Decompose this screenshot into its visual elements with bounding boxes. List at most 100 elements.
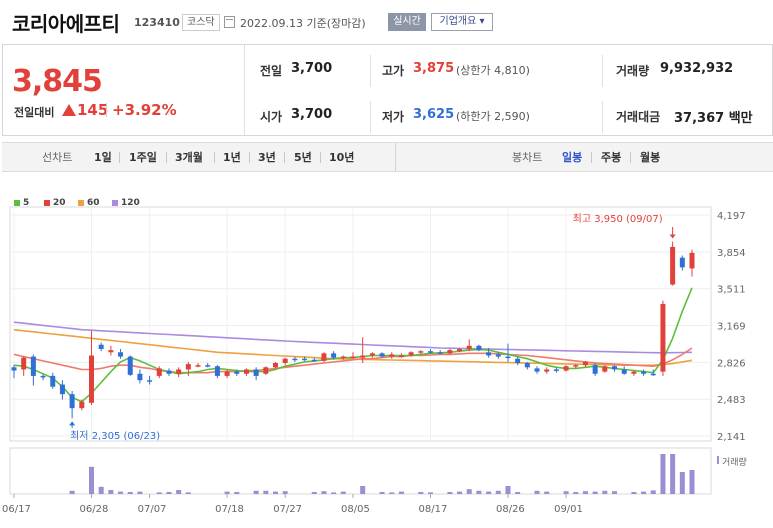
candle-body bbox=[11, 367, 17, 371]
volume-bar bbox=[360, 486, 366, 494]
candle-body bbox=[466, 345, 472, 350]
volume-bar bbox=[127, 492, 133, 494]
candle-body bbox=[176, 369, 182, 374]
low-annotation: 최저 2,305 (06/23) bbox=[70, 430, 160, 442]
candle-body bbox=[582, 361, 588, 366]
candle-body bbox=[670, 246, 676, 285]
volume-bar bbox=[340, 491, 346, 494]
price-chart[interactable]: 4,197 3,854 3,511 3,169 2,826 2,483 2,141 06/17… bbox=[0, 0, 773, 528]
volume-bar bbox=[612, 491, 618, 494]
candle-body bbox=[650, 373, 656, 376]
x-tick-label: 07/07 bbox=[138, 504, 167, 515]
volume-bar bbox=[118, 491, 124, 494]
candle-body bbox=[621, 369, 627, 374]
candle-body bbox=[302, 358, 308, 361]
volume-bar bbox=[631, 492, 637, 494]
plot-frame bbox=[9, 206, 712, 442]
candle-body bbox=[263, 367, 269, 374]
candle-body bbox=[156, 368, 162, 376]
candle-body bbox=[137, 373, 143, 381]
candle-body bbox=[40, 375, 46, 378]
y-tick-label: 3,511 bbox=[717, 285, 746, 296]
candle-body bbox=[79, 401, 85, 409]
candle-body bbox=[224, 371, 230, 376]
x-tick-label: 07/27 bbox=[273, 504, 302, 515]
candle-body bbox=[331, 353, 337, 358]
candle-body bbox=[631, 371, 637, 374]
candle-body bbox=[553, 369, 559, 371]
candle-body bbox=[59, 384, 65, 395]
candle-body bbox=[98, 344, 104, 350]
volume-bar bbox=[466, 489, 472, 494]
candle-body bbox=[418, 351, 424, 353]
candle-body bbox=[69, 394, 75, 409]
candle-body bbox=[476, 345, 482, 351]
y-tick-label: 4,197 bbox=[717, 211, 746, 222]
candle-body bbox=[544, 369, 550, 372]
candle-body bbox=[679, 257, 685, 268]
candle-body bbox=[88, 355, 94, 403]
volume-bar bbox=[98, 486, 104, 494]
volume-bar bbox=[176, 490, 182, 494]
volume-bar bbox=[321, 491, 327, 494]
volume-bar bbox=[282, 491, 288, 494]
high-annotation: 최고 3,950 (09/07) bbox=[573, 213, 663, 225]
volume-bar bbox=[224, 491, 230, 494]
volume-bar bbox=[389, 492, 395, 494]
volume-bar bbox=[582, 491, 588, 494]
volume-bar bbox=[137, 491, 143, 494]
x-tick-label: 09/01 bbox=[554, 504, 583, 515]
volume-bar bbox=[495, 490, 501, 494]
volume-bar bbox=[88, 466, 94, 494]
candle-body bbox=[689, 252, 695, 269]
candle-body bbox=[214, 366, 220, 376]
candle-body bbox=[437, 352, 443, 354]
volume-bar bbox=[505, 486, 511, 494]
x-tick-label: 06/17 bbox=[2, 504, 31, 515]
volume-bar bbox=[486, 491, 492, 494]
y-tick-label: 3,169 bbox=[717, 322, 746, 333]
candle-body bbox=[50, 375, 56, 387]
candle-body bbox=[573, 365, 579, 367]
candle-body bbox=[205, 365, 211, 367]
volume-bar bbox=[166, 492, 172, 494]
candle-body bbox=[524, 363, 530, 368]
low-arrow-head bbox=[69, 421, 76, 426]
y-tick-label: 2,141 bbox=[717, 432, 746, 443]
candle-body bbox=[185, 364, 191, 370]
volume-bar bbox=[544, 491, 550, 494]
volume-bar bbox=[447, 492, 453, 494]
x-tick-label: 08/26 bbox=[496, 504, 525, 515]
y-tick-label: 2,483 bbox=[717, 395, 746, 406]
volume-bar bbox=[679, 472, 685, 494]
volume-bar bbox=[670, 454, 676, 494]
candle-body bbox=[486, 352, 492, 356]
candle-body bbox=[127, 356, 133, 375]
volume-bar bbox=[650, 490, 656, 494]
volume-bar bbox=[156, 492, 162, 494]
volume-bar bbox=[592, 491, 598, 494]
candle-body bbox=[379, 353, 385, 357]
candle-body bbox=[147, 380, 153, 382]
candle-body bbox=[505, 356, 511, 359]
candle-body bbox=[234, 371, 240, 374]
volume-bar bbox=[398, 491, 404, 494]
volume-bar bbox=[379, 492, 385, 494]
y-tick-label: 3,854 bbox=[717, 248, 746, 259]
y-tick-label: 2,826 bbox=[717, 358, 746, 369]
volume-bar bbox=[263, 490, 269, 494]
candle-body bbox=[360, 355, 366, 358]
candle-body bbox=[243, 369, 249, 374]
x-tick-label: 08/17 bbox=[418, 504, 447, 515]
candle-body bbox=[166, 370, 172, 374]
high-arrow-head bbox=[669, 234, 676, 239]
volume-bar bbox=[69, 490, 75, 494]
volume-bar bbox=[689, 470, 695, 494]
candle-body bbox=[108, 350, 114, 353]
x-tick-label: 06/28 bbox=[79, 504, 108, 515]
candle-body bbox=[292, 358, 298, 361]
volume-bar bbox=[515, 492, 521, 494]
volume-bar bbox=[108, 490, 114, 494]
volume-bar bbox=[476, 490, 482, 494]
volume-bar bbox=[234, 492, 240, 494]
